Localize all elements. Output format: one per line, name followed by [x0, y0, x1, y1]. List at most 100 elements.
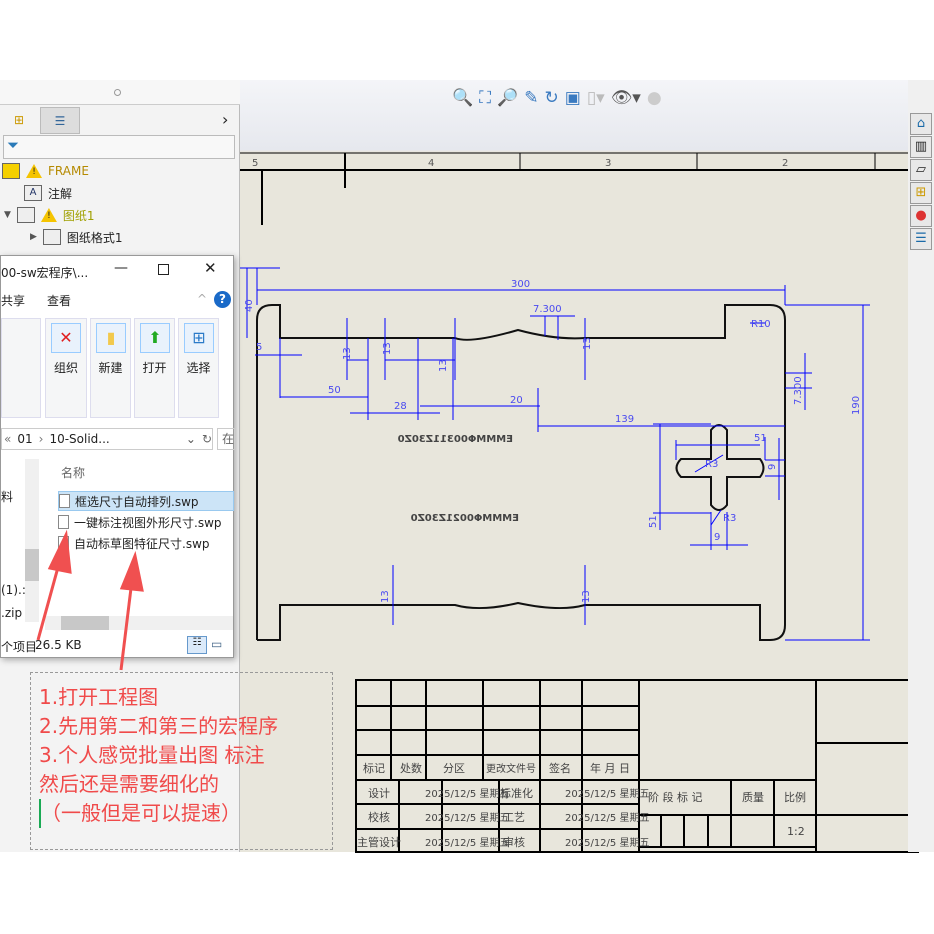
annotation-note[interactable]: 1.打开工程图 2.先用第二和第三的宏程序 3.个人感觉批量出图 标注 然后还是… [30, 672, 333, 850]
dimension-label[interactable]: 5 [256, 342, 262, 353]
zone-label: 4 [428, 158, 434, 169]
ribbon-group-new: ▮ 新建 [90, 318, 131, 418]
nav-item[interactable]: .zip [1, 606, 22, 620]
date-cell[interactable]: 2025/12/5 星期五 [425, 837, 509, 849]
title-block: 标记 处数 分区 更改文件号 签名 年 月 日 设计 2025/12/5 星期五… [355, 679, 919, 853]
nav-item[interactable]: 料 [1, 488, 13, 505]
dimension-label[interactable]: 7.300 [793, 376, 804, 405]
search-input[interactable]: 在 [217, 428, 235, 450]
custom-properties-icon[interactable]: ☰ [910, 228, 932, 250]
dimension-label[interactable]: 28 [394, 401, 407, 412]
close-button[interactable]: ✕ [204, 259, 217, 277]
dimension-label[interactable]: 13 [438, 359, 449, 372]
header-cell: 分区 [443, 762, 465, 775]
file-icon [58, 515, 69, 529]
file-icon [59, 494, 70, 508]
dimension-label[interactable]: 9 [714, 532, 720, 543]
dimension-label[interactable]: 13 [342, 347, 353, 360]
appearances-icon[interactable]: ● [910, 205, 932, 227]
large-icons-view-icon[interactable]: ▭ [211, 637, 222, 651]
file-item[interactable]: 一键标注视图外形尺寸.swp [58, 512, 234, 532]
address-bar[interactable]: «01 › 10-Solid... ⌄ ↻ [1, 428, 213, 450]
role-cell: 审核 [503, 835, 525, 849]
dimension-label[interactable]: 13 [581, 590, 592, 603]
cross-slot [675, 424, 765, 511]
dimension-label[interactable]: 51 [648, 515, 659, 528]
file-explorer-window: 00-sw宏程序\... — ✕ 共享 查看 ^ ? ✕ 组织 ▮ 新建 ⬆ 打开 ⊞… [0, 255, 235, 658]
window-title: 00-sw宏程序\... [1, 266, 89, 280]
design-library-icon[interactable]: ▥ [910, 136, 932, 158]
dimension-label[interactable]: 40 [244, 299, 255, 312]
view-palette-icon[interactable]: ⊞ [910, 182, 932, 204]
dimension-label[interactable]: 190 [851, 396, 862, 415]
file-icon [58, 536, 69, 550]
dimension-lines [240, 267, 870, 641]
minimize-button[interactable]: — [114, 260, 128, 276]
ribbon-group-select: ⊞ 选择 [178, 318, 219, 418]
dimension-label[interactable]: R3 [723, 513, 736, 524]
header-cell: 标记 [363, 761, 385, 775]
refresh-icon[interactable]: ↻ [202, 432, 212, 446]
task-pane: ⌂ ▥ ▱ ⊞ ● ☰ [908, 80, 934, 852]
nav-item[interactable]: (1).: [1, 583, 26, 597]
tab-share[interactable]: 共享 [1, 292, 25, 309]
engraving-text-top[interactable]: EMMMΦ00311Z30Z0 [398, 434, 513, 445]
home-icon[interactable]: ⌂ [910, 113, 932, 135]
dimension-label[interactable]: 13 [380, 590, 391, 603]
ribbon-group-organize: ✕ 组织 [45, 318, 87, 418]
role-cell: 标准化 [500, 786, 533, 800]
scale-value[interactable]: 1:2 [787, 825, 805, 838]
details-view-icon[interactable]: ☷ [187, 636, 207, 654]
file-explorer-icon[interactable]: ▱ [910, 159, 932, 181]
header-cell: 处数 [400, 762, 422, 775]
dimension-label[interactable]: R10 [751, 319, 771, 330]
dimension-label[interactable]: 300 [511, 279, 530, 290]
dimension-label[interactable]: 13 [382, 342, 393, 355]
header-cell: 年 月 日 [590, 761, 630, 775]
open-icon[interactable]: ⬆ [140, 323, 170, 353]
zone-label: 3 [605, 158, 611, 169]
dimension-label[interactable]: 20 [510, 395, 523, 406]
zone-label: 5 [252, 158, 258, 169]
role-cell: 工艺 [503, 811, 525, 824]
status-size: 26.5 KB [35, 638, 82, 652]
stage-mark-label: 阶 段 标 记 [648, 790, 703, 804]
dimension-label[interactable]: 50 [328, 385, 341, 396]
dimension-label[interactable]: R3 [705, 459, 718, 470]
role-cell: 设计 [368, 787, 390, 800]
dimension-label[interactable]: 7.300 [533, 304, 562, 315]
dimension-label[interactable]: 51 [754, 433, 767, 444]
scale-label: 比例 [784, 790, 806, 804]
collapse-ribbon-icon[interactable]: ^ [197, 292, 207, 306]
help-icon[interactable]: ? [214, 291, 231, 308]
role-cell: 主管设计 [357, 835, 401, 849]
dimension-label[interactable]: 9 [767, 464, 778, 470]
column-header-name[interactable]: 名称 [61, 464, 85, 481]
file-item[interactable]: 自动标草图特征尺寸.swp [58, 533, 234, 553]
date-cell[interactable]: 2025/12/5 星期五 [565, 812, 649, 824]
new-folder-icon[interactable]: ▮ [96, 323, 126, 353]
file-item[interactable]: 框选尺寸自动排列.swp [58, 491, 234, 511]
date-cell[interactable]: 2025/12/5 星期五 [565, 837, 649, 849]
status-item-count: 个项目 [1, 640, 38, 654]
mass-label: 质量 [742, 791, 764, 804]
date-cell[interactable]: 2025/12/5 星期五 [425, 812, 509, 824]
date-cell[interactable]: 2025/12/5 星期五 [565, 788, 649, 800]
select-icon[interactable]: ⊞ [184, 323, 214, 353]
tab-view[interactable]: 查看 [47, 292, 71, 309]
nav-scrollbar[interactable] [25, 459, 39, 622]
header-cell: 签名 [549, 761, 571, 775]
dimension-label[interactable]: 139 [615, 414, 634, 425]
header-cell: 更改文件号 [486, 762, 536, 775]
dimension-label[interactable]: 13 [582, 337, 593, 350]
maximize-button[interactable] [158, 264, 169, 275]
engraving-text-bottom[interactable]: EMMMΦ0021Z30Z0 [411, 513, 519, 524]
zone-label: 2 [782, 158, 788, 169]
part-outline [256, 304, 786, 641]
delete-icon[interactable]: ✕ [51, 323, 81, 353]
horizontal-scrollbar[interactable] [45, 616, 233, 630]
ribbon-group-clipboard [1, 318, 41, 418]
ribbon-group-open: ⬆ 打开 [134, 318, 175, 418]
dropdown-icon: ⌄ [185, 432, 196, 446]
date-cell[interactable]: 2025/12/5 星期五 [425, 788, 509, 800]
